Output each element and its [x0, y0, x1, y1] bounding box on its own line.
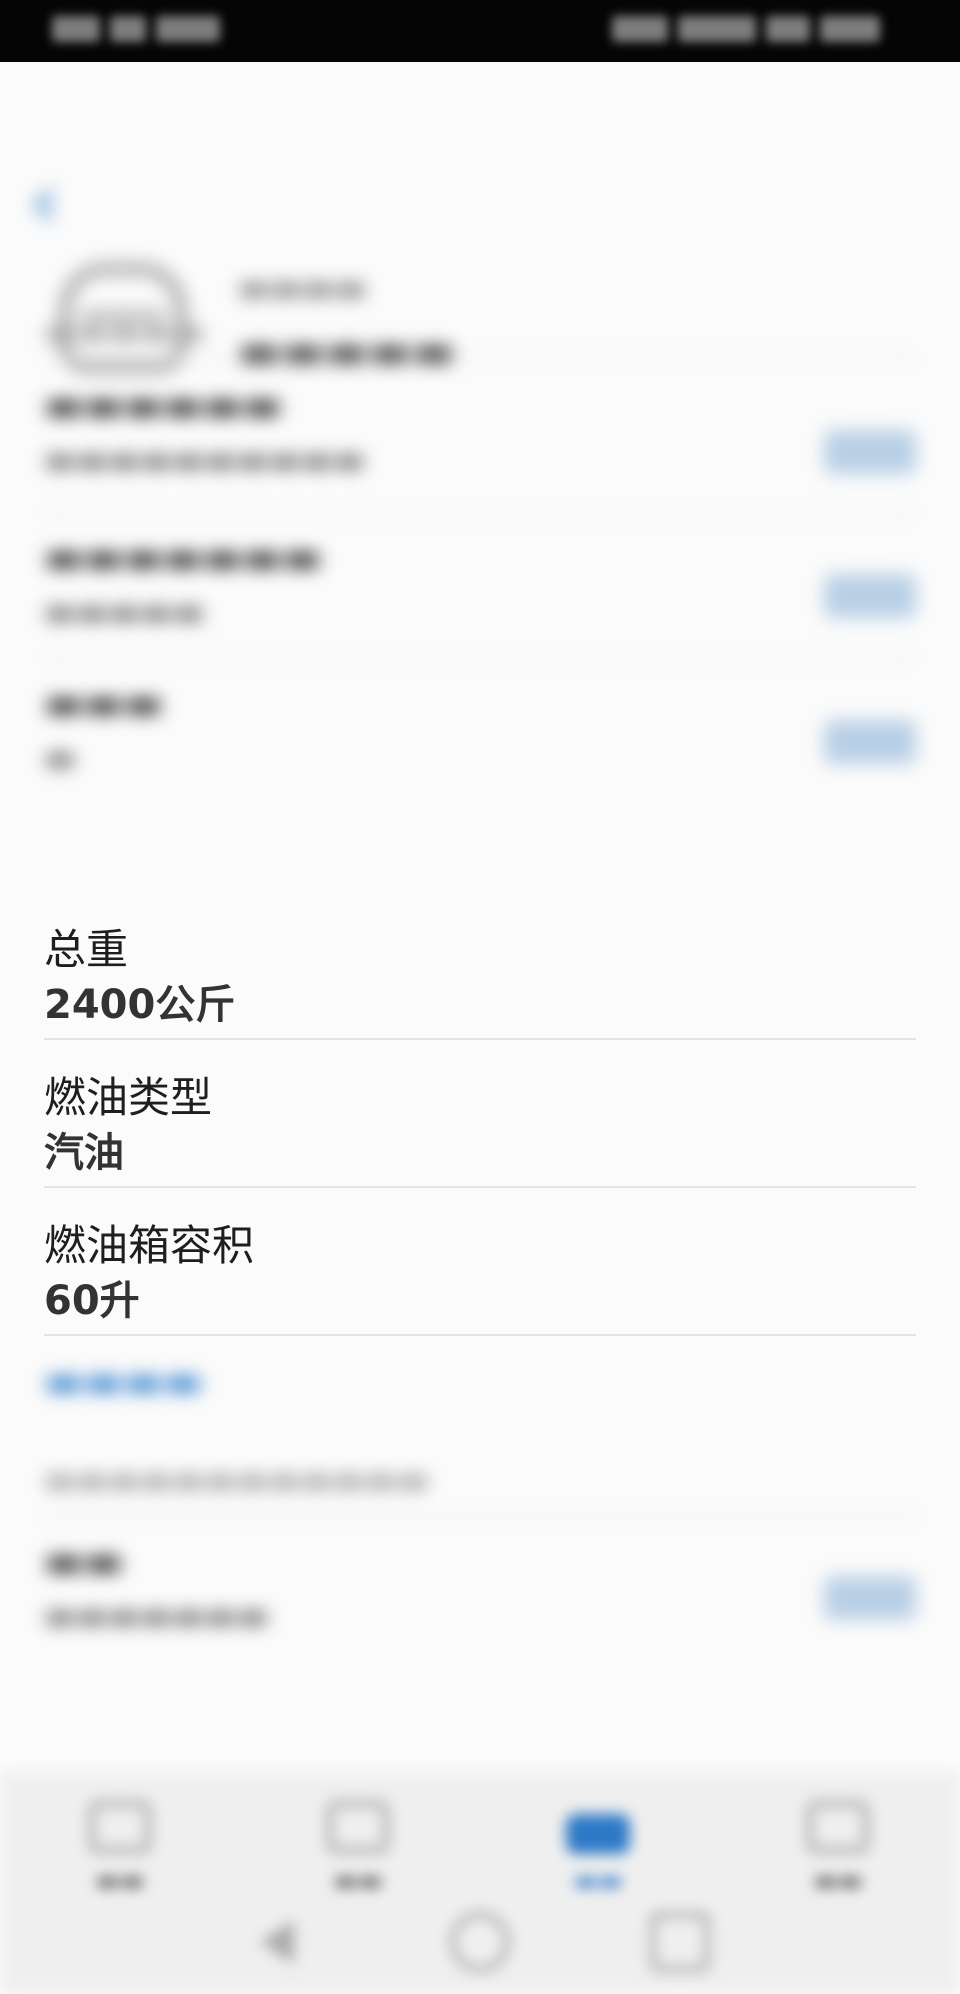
divider — [44, 656, 916, 658]
gross-weight-label: 总重 — [44, 925, 129, 974]
profile-icon — [806, 1800, 870, 1854]
fuel-type-row: 燃油类型 汽油 — [44, 1040, 916, 1188]
section-label: ▬▬▬▬▬ — [44, 312, 205, 352]
section-label: ▬▬▬▬▬▬▬▬▬▬▬▬ — [44, 1460, 430, 1500]
fuel-tank-capacity-row: 燃油箱容积 60升 — [44, 1188, 916, 1336]
fuel-tank-capacity-label: 燃油箱容积 — [44, 1221, 255, 1270]
system-recents-icon[interactable] — [650, 1912, 710, 1972]
nav-item-label: ▬▬ — [813, 1866, 863, 1896]
vehicle-subtitle: ▬▬▬▬ — [238, 268, 367, 308]
nav-item-3-active[interactable]: ▬▬ — [528, 1790, 668, 1900]
row-title: ▬▬▬ — [44, 678, 164, 727]
nav-item-2[interactable]: ▬▬ — [288, 1790, 428, 1900]
row-subtitle: ▬ — [44, 738, 77, 778]
row-subtitle: ▬▬▬▬▬▬▬ — [44, 1596, 269, 1636]
fuel-type-value: 汽油 — [44, 1130, 124, 1176]
divider — [44, 358, 916, 360]
app-screen: ‹ ▬▬▬▬ ▬▬▬▬▬ ▬▬▬▬▬ ▬▬▬▬▬▬ ▬▬▬▬▬▬▬▬▬▬ ▬▬▬… — [0, 0, 960, 1994]
back-arrow-icon[interactable]: ‹ — [30, 165, 74, 237]
document-icon — [88, 1800, 152, 1854]
row-edit-button[interactable] — [824, 720, 916, 764]
nav-item-label: ▬▬ — [573, 1866, 623, 1896]
row-edit-button[interactable] — [824, 574, 916, 618]
nav-item-label: ▬▬ — [95, 1866, 145, 1896]
gross-weight-value: 2400公斤 — [44, 982, 236, 1028]
nav-item-4[interactable]: ▬▬ — [768, 1790, 908, 1900]
gross-weight-row: 总重 2400公斤 — [44, 892, 916, 1040]
system-back-icon[interactable] — [250, 1912, 310, 1972]
row-subtitle: ▬▬▬▬▬ — [44, 592, 205, 632]
vehicle-icon — [566, 1814, 630, 1854]
bottom-navigation: ▬▬ ▬▬ ▬▬ ▬▬ — [0, 1772, 960, 1994]
row-edit-button[interactable] — [824, 430, 916, 474]
row-title: ▬▬ — [44, 1536, 124, 1585]
system-home-icon[interactable] — [450, 1912, 510, 1972]
vehicle-title: ▬▬▬▬▬ — [238, 324, 456, 378]
row-subtitle: ▬▬▬▬▬▬▬▬▬▬ — [44, 440, 366, 480]
fuel-type-label: 燃油类型 — [44, 1073, 213, 1122]
fuel-tank-capacity-value: 60升 — [44, 1278, 140, 1324]
calendar-icon — [326, 1800, 390, 1854]
row-title: ▬▬▬▬▬▬ — [44, 380, 283, 429]
status-bar-right — [612, 16, 912, 46]
divider — [44, 1516, 916, 1518]
diagnostics-link[interactable]: ▬▬▬▬ — [44, 1356, 203, 1405]
nav-item-1[interactable]: ▬▬ — [50, 1790, 190, 1900]
divider — [44, 512, 916, 514]
nav-item-label: ▬▬ — [333, 1866, 383, 1896]
status-bar — [0, 0, 960, 62]
status-bar-left — [52, 16, 252, 46]
blurred-header-region: ‹ ▬▬▬▬ ▬▬▬▬▬ ▬▬▬▬▬ ▬▬▬▬▬▬ ▬▬▬▬▬▬▬▬▬▬ ▬▬▬… — [0, 62, 960, 892]
row-title: ▬▬▬▬▬▬▬ — [44, 532, 322, 581]
row-action-button[interactable] — [824, 1576, 916, 1620]
